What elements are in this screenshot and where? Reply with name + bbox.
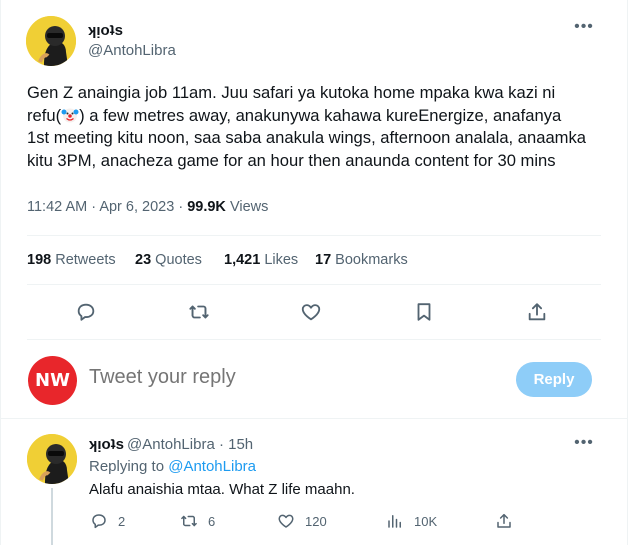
views-count: 99.9K [187, 199, 226, 215]
views-count: 10K [414, 513, 438, 529]
tweet-detail-view: ʞᴉoʇs @AntohLibra ••• Gen Z anaingia job… [0, 0, 628, 545]
quotes-stat[interactable]: 23 Quotes [135, 252, 202, 268]
reply-author-name[interactable]: ʞᴉoʇs [89, 436, 124, 453]
likes-stat[interactable]: 1,421 Likes [224, 252, 298, 268]
clown-face-emoji [61, 108, 79, 122]
reply-text: Alafu anaishia mtaa. What Z life maahn. [89, 481, 355, 498]
replying-to: Replying to @AntohLibra [89, 458, 256, 475]
reply-button[interactable]: Reply [516, 362, 592, 397]
reply-handle-time[interactable]: @AntohLibra · 15h [127, 436, 253, 453]
retweet-count: 6 [208, 513, 216, 529]
reply-views-action[interactable]: 10K [386, 512, 437, 530]
tweet-time[interactable]: 11:42 AM [27, 199, 87, 215]
replying-to-label: Replying to [89, 458, 165, 475]
like-count: 120 [305, 513, 327, 529]
divider [27, 235, 601, 236]
quotes-label: Quotes [155, 252, 202, 268]
reply-count: 2 [118, 513, 126, 529]
bookmark-icon[interactable] [413, 301, 435, 323]
reply-like-action[interactable]: 120 [277, 512, 327, 530]
replying-to-link[interactable]: @AntohLibra [168, 458, 256, 475]
thread-line [51, 488, 53, 545]
likes-count: 1,421 [224, 252, 261, 268]
reply-retweet-action[interactable]: 6 [180, 512, 215, 530]
views-icon [388, 515, 401, 528]
author-avatar[interactable] [26, 16, 76, 66]
retweet-icon [181, 515, 197, 527]
share-icon [497, 513, 511, 528]
reply-icon [92, 514, 106, 529]
divider [27, 284, 601, 285]
more-options-icon[interactable]: ••• [573, 19, 595, 40]
like-icon [278, 514, 294, 528]
avatar-icon [27, 434, 77, 484]
share-icon[interactable] [526, 301, 548, 323]
reply-input[interactable] [89, 366, 489, 389]
likes-label: Likes [264, 252, 299, 268]
bookmarks-label: Bookmarks [335, 252, 408, 268]
avatar-icon [26, 16, 76, 66]
meta-separator: · [178, 199, 184, 215]
reply-author-avatar[interactable] [27, 434, 77, 484]
tweet-date[interactable]: Apr 6, 2023 [99, 199, 174, 215]
bookmarks-stat[interactable]: 17 Bookmarks [315, 252, 408, 268]
reply-reply-action[interactable]: 2 [90, 512, 125, 530]
retweets-count: 198 [27, 252, 52, 268]
retweets-label: Retweets [55, 252, 116, 268]
divider [1, 418, 627, 419]
meta-separator: · [91, 199, 97, 215]
tweet-text: Gen Z anaingia job 11am. Juu safari ya k… [27, 82, 587, 172]
tweet-text-part-2: ) a few metres away, anakunywa kahawa ku… [27, 105, 591, 170]
retweet-icon[interactable] [188, 301, 210, 323]
bookmarks-count: 17 [315, 252, 332, 268]
more-options-icon[interactable]: ••• [573, 435, 595, 456]
tweet-meta: 11:42 AM · Apr 6, 2023 · 99.9K Views [27, 199, 268, 215]
retweets-stat[interactable]: 198 Retweets [27, 252, 116, 268]
quotes-count: 23 [135, 252, 152, 268]
reply-share-action[interactable] [495, 512, 513, 530]
divider [27, 339, 601, 340]
views-label: Views [229, 199, 269, 215]
author-display-name[interactable]: ʞᴉoʇs [88, 22, 123, 39]
like-icon[interactable] [300, 301, 322, 323]
user-avatar[interactable]: NW [28, 356, 77, 405]
reply-icon[interactable] [75, 301, 97, 323]
author-handle[interactable]: @AntohLibra [88, 42, 176, 59]
